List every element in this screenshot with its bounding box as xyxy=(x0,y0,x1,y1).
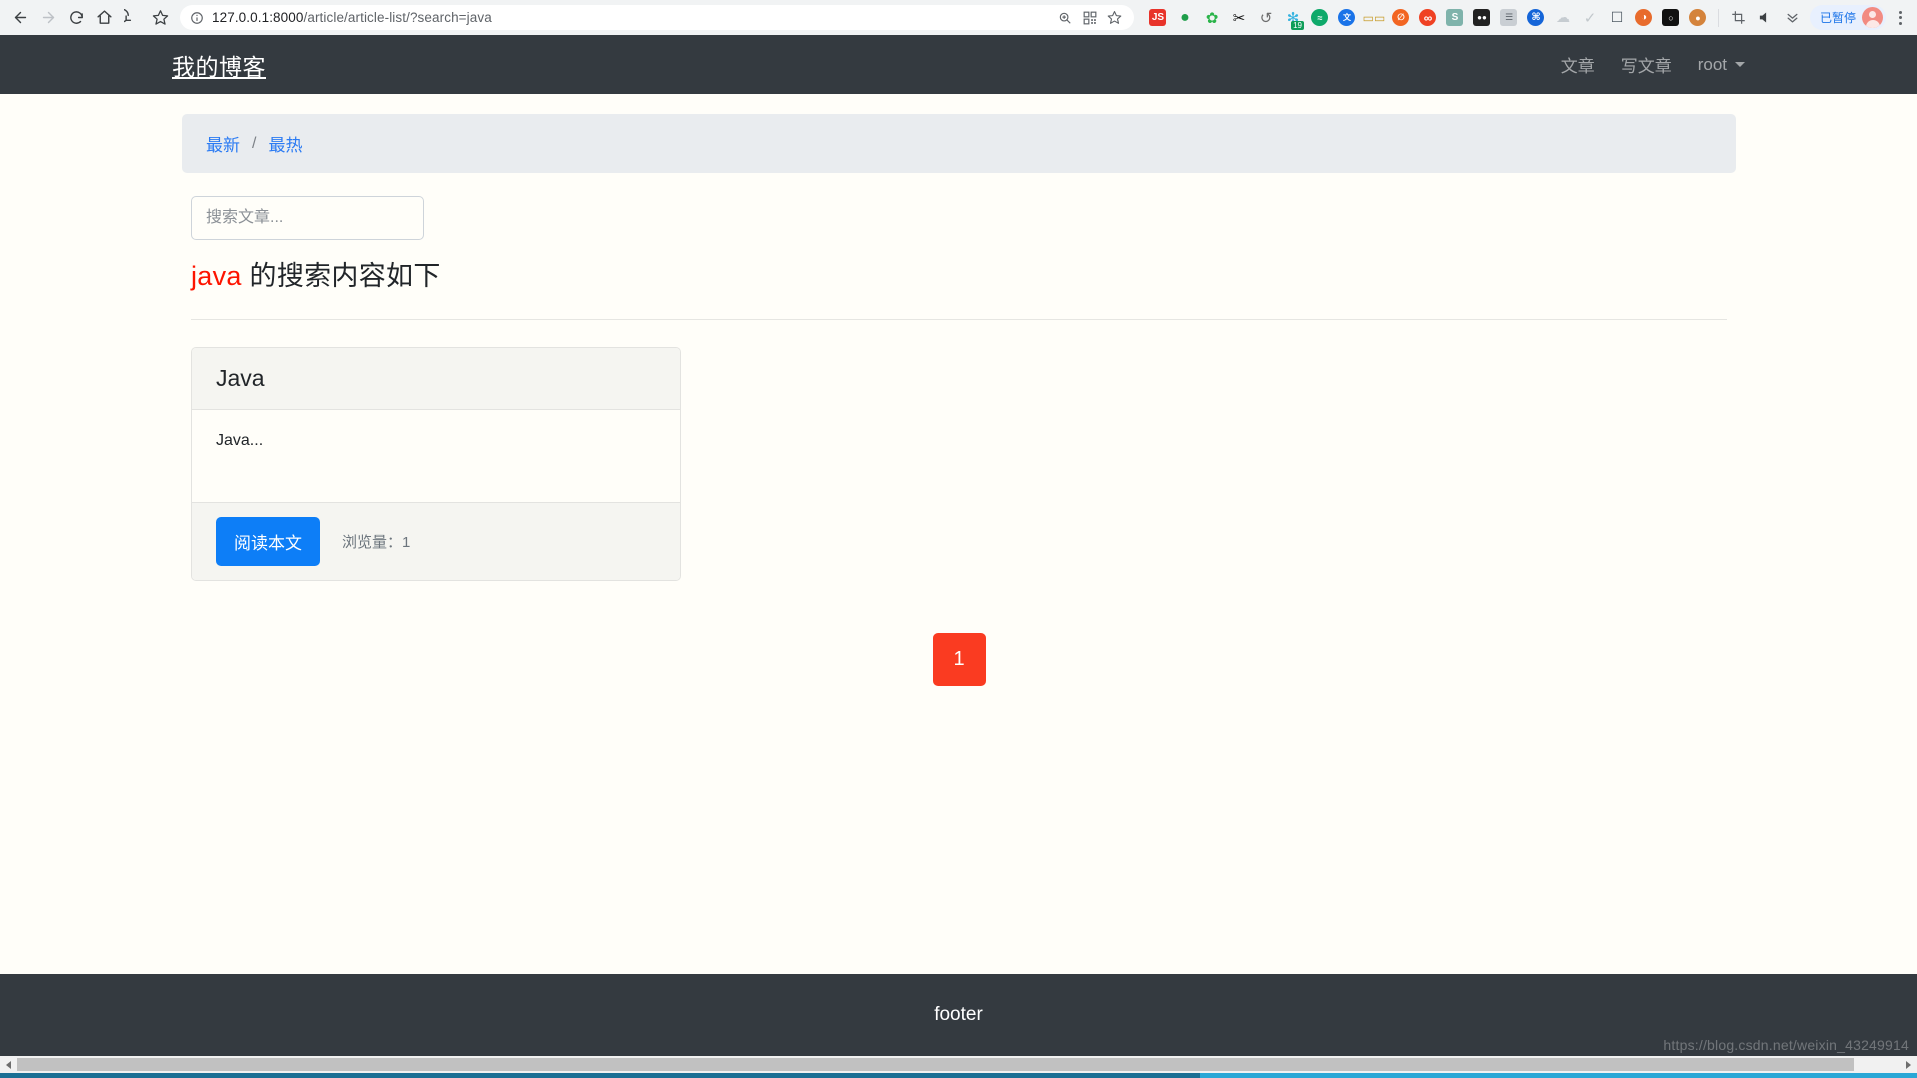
mute-speaker-icon[interactable] xyxy=(1754,6,1778,30)
url-path: /article/article-list/?search=java xyxy=(303,10,492,25)
bookmark-star-icon[interactable] xyxy=(146,4,174,32)
sync-paused-label: 已暂停 xyxy=(1819,11,1856,25)
url-host: 127.0.0.1:8000 xyxy=(212,10,304,25)
horizontal-scrollbar[interactable] xyxy=(0,1056,1917,1073)
overflow-chevrons-icon[interactable] xyxy=(1781,6,1805,30)
page-content: 最新 / 最热 java 的搜索内容如下 Java Java... 阅读本文 浏… xyxy=(0,114,1917,974)
scrollbar-thumb[interactable] xyxy=(17,1058,1854,1071)
screenshot-scissors-extension[interactable]: ✂ xyxy=(1227,6,1251,30)
evernote-extension[interactable]: S xyxy=(1443,6,1467,30)
user-menu-label: root xyxy=(1697,54,1727,74)
site-footer: footer xyxy=(0,974,1917,1056)
mask-avatar-extension[interactable]: ○ xyxy=(1659,6,1683,30)
footer-wrapper: footer https://blog.csdn.net/weixin_4324… xyxy=(0,974,1917,1056)
nav-link-articles[interactable]: 文章 xyxy=(1561,52,1595,77)
qr-code-icon[interactable] xyxy=(1079,7,1101,29)
reload-button[interactable] xyxy=(62,4,90,32)
adblock-extension[interactable]: ∅ xyxy=(1389,6,1413,30)
article-card-footer: 阅读本文 浏览量：1 xyxy=(192,502,680,580)
dark-mode-extension[interactable]: ●● xyxy=(1470,6,1494,30)
back-button[interactable] xyxy=(6,4,34,32)
pagination-page-1[interactable]: 1 xyxy=(932,633,986,686)
chevron-down-icon xyxy=(1735,62,1745,67)
site-brand[interactable]: 我的博客 xyxy=(172,48,266,82)
internet-download-manager-extension[interactable]: ● xyxy=(1173,6,1197,30)
breadcrumb-item-latest[interactable]: 最新 xyxy=(206,131,240,156)
taskbar-segment-right xyxy=(1200,1073,1917,1078)
extension-badge-count: 19 xyxy=(1291,20,1304,30)
monkey-avatar-extension[interactable]: ● xyxy=(1686,6,1710,30)
article-title: Java xyxy=(192,348,680,410)
search-input[interactable] xyxy=(191,196,424,240)
article-card: Java Java... 阅读本文 浏览量：1 xyxy=(191,347,681,581)
article-excerpt: Java... xyxy=(216,432,264,449)
watermark: https://blog.csdn.net/weixin_43249914 xyxy=(1663,1037,1909,1053)
javascript-toggle-extension[interactable]: JS xyxy=(1146,6,1170,30)
search-heading-suffix: 的搜索内容如下 xyxy=(241,261,441,291)
star-icon[interactable] xyxy=(1104,7,1126,29)
search-keyword: java xyxy=(191,261,242,291)
navbar-links: 文章 写文章 root xyxy=(1561,52,1745,77)
crop-capture-icon[interactable] xyxy=(1727,6,1751,30)
tab-manager-extension[interactable]: ✻ 19 xyxy=(1281,6,1305,30)
breadcrumb: 最新 / 最热 xyxy=(182,114,1736,173)
translate-extension[interactable]: 文 xyxy=(1335,6,1359,30)
browser-menu-button[interactable] xyxy=(1889,5,1911,31)
search-area xyxy=(182,196,1736,240)
checkmark-extension[interactable]: ✓ xyxy=(1578,6,1602,30)
zoom-icon[interactable] xyxy=(1054,7,1076,29)
home-button[interactable] xyxy=(90,4,118,32)
read-article-button[interactable]: 阅读本文 xyxy=(216,517,320,566)
kindle-clipper-extension[interactable]: ☰ xyxy=(1497,6,1521,30)
taskbar-segment-left xyxy=(0,1073,1200,1078)
undo-icon[interactable] xyxy=(118,4,146,32)
url-text: 127.0.0.1:8000/article/article-list/?sea… xyxy=(212,10,1054,25)
avatar[interactable] xyxy=(1862,7,1883,28)
omnibox-actions xyxy=(1054,7,1130,29)
audio-capture-extension[interactable]: ≈ xyxy=(1308,6,1332,30)
browser-toolbar: 127.0.0.1:8000/article/article-list/?sea… xyxy=(0,0,1917,35)
firefox-account-extension[interactable]: ◑ xyxy=(1632,6,1656,30)
cloud-sync-extension[interactable]: ☁ xyxy=(1551,6,1575,30)
footer-text: footer xyxy=(934,1004,983,1025)
breadcrumb-item-hottest[interactable]: 最热 xyxy=(268,131,302,156)
site-info-icon[interactable] xyxy=(190,11,204,25)
view-count-value: 1 xyxy=(402,534,411,551)
user-menu[interactable]: root xyxy=(1698,55,1745,75)
search-result-heading: java 的搜索内容如下 xyxy=(191,254,1736,293)
view-count-label: 浏览量： xyxy=(342,534,403,551)
pagination: 1 xyxy=(182,633,1736,686)
os-taskbar-strip xyxy=(0,1073,1917,1078)
site-navbar: 我的博客 文章 写文章 root xyxy=(0,35,1917,94)
extensions-tray: JS ● ✿ ✂ ↺ ✻ 19 ≈ 文 ▭▭ ∅ ∞ S ●● ☰ ⌘ ☁ ✓ ☐… xyxy=(1142,5,1911,31)
scroll-right-arrow-icon[interactable] xyxy=(1900,1056,1917,1073)
forward-button[interactable] xyxy=(34,4,62,32)
content-container: 最新 / 最热 java 的搜索内容如下 Java Java... 阅读本文 浏… xyxy=(181,114,1736,686)
article-list: Java Java... 阅读本文 浏览量：1 xyxy=(182,347,1736,581)
history-undo-extension[interactable]: ↺ xyxy=(1254,6,1278,30)
window-tabs-extension[interactable]: ☐ xyxy=(1605,6,1629,30)
breadcrumb-separator: / xyxy=(252,134,257,152)
reader-glasses-extension[interactable]: ▭▭ xyxy=(1362,6,1386,30)
baidu-extension[interactable]: ✿ xyxy=(1200,6,1224,30)
article-view-count: 浏览量：1 xyxy=(342,531,410,552)
scroll-left-arrow-icon[interactable] xyxy=(0,1056,17,1073)
nav-link-write[interactable]: 写文章 xyxy=(1621,52,1672,77)
infinity-extension[interactable]: ∞ xyxy=(1416,6,1440,30)
section-divider xyxy=(191,319,1727,320)
sync-paused-chip[interactable]: 已暂停 xyxy=(1809,5,1886,30)
proxy-switch-extension[interactable]: ⌘ xyxy=(1524,6,1548,30)
toolbar-divider xyxy=(1717,8,1719,27)
address-bar[interactable]: 127.0.0.1:8000/article/article-list/?sea… xyxy=(180,5,1134,30)
